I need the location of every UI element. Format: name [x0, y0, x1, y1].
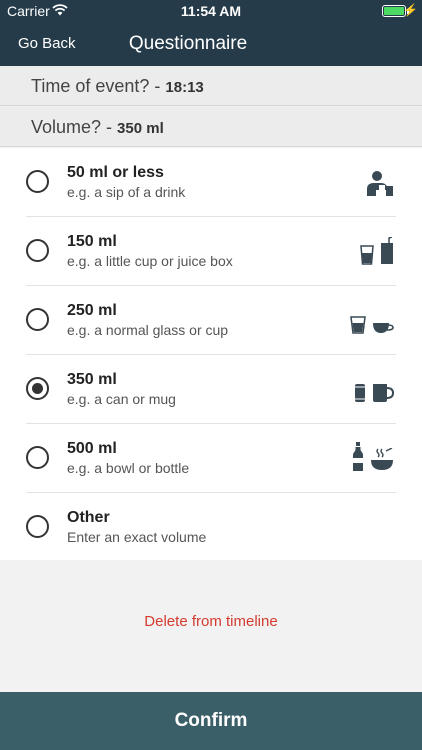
volume-label: Volume? -	[31, 117, 118, 137]
navigation-bar: Go Back Questionnaire	[0, 22, 422, 66]
option-250ml[interactable]: 250 ml e.g. a normal glass or cup	[0, 286, 422, 355]
option-label: 350 ml	[67, 371, 117, 388]
option-other[interactable]: Other Enter an exact volume	[0, 493, 422, 562]
delete-from-timeline-button[interactable]: Delete from timeline	[0, 613, 422, 630]
option-350ml[interactable]: 350 ml e.g. a can or mug	[0, 355, 422, 424]
option-description: e.g. a normal glass or cup	[67, 322, 229, 338]
clock: 11:54 AM	[180, 3, 242, 19]
option-label: 500 ml	[67, 440, 117, 457]
person-sipping-icon	[367, 171, 393, 196]
time-of-event-value: 18:13	[165, 79, 204, 96]
mug-icon	[373, 384, 394, 402]
status-bar: Carrier 11:54 AM ⚡	[0, 0, 422, 22]
radio-button[interactable]	[26, 377, 49, 400]
confirm-button[interactable]: Confirm	[0, 692, 422, 750]
option-150ml[interactable]: 150 ml e.g. a little cup or juice box	[0, 217, 422, 286]
option-label: 250 ml	[67, 302, 117, 319]
glass-icon	[350, 316, 366, 334]
bottle-icon	[353, 442, 363, 471]
radio-selected-dot	[32, 383, 43, 394]
option-50ml[interactable]: 50 ml or less e.g. a sip of a drink	[0, 148, 422, 217]
radio-button[interactable]	[26, 515, 49, 538]
radio-button[interactable]	[26, 308, 49, 331]
can-icon	[355, 384, 365, 402]
radio-button[interactable]	[26, 239, 49, 262]
teacup-icon	[373, 323, 394, 333]
volume-options-list: 50 ml or less e.g. a sip of a drink 150 …	[0, 148, 422, 562]
footer-area: Delete from timeline	[0, 560, 422, 692]
radio-button[interactable]	[26, 170, 49, 193]
page-title: Questionnaire	[128, 33, 248, 54]
option-description: Enter an exact volume	[67, 529, 207, 545]
option-description: e.g. a little cup or juice box	[67, 253, 233, 269]
option-500ml[interactable]: 500 ml e.g. a bowl or bottle	[0, 424, 422, 493]
time-of-event-label: Time of event? -	[31, 76, 166, 96]
option-description: e.g. a bowl or bottle	[67, 460, 190, 476]
radio-button[interactable]	[26, 446, 49, 469]
juice-box-icon	[381, 237, 393, 264]
volume-value: 350 ml	[117, 120, 164, 137]
soup-bowl-icon	[371, 448, 393, 470]
option-label: Other	[67, 509, 110, 526]
charging-icon: ⚡	[403, 3, 418, 17]
small-cup-icon	[360, 245, 374, 265]
option-label: 50 ml or less	[67, 164, 164, 181]
option-description: e.g. a can or mug	[67, 391, 176, 407]
time-of-event-row[interactable]: Time of event? - 18:13	[0, 66, 422, 106]
volume-row[interactable]: Volume? - 350 ml	[0, 107, 422, 147]
option-label: 150 ml	[67, 233, 117, 250]
option-description: e.g. a sip of a drink	[67, 184, 186, 200]
